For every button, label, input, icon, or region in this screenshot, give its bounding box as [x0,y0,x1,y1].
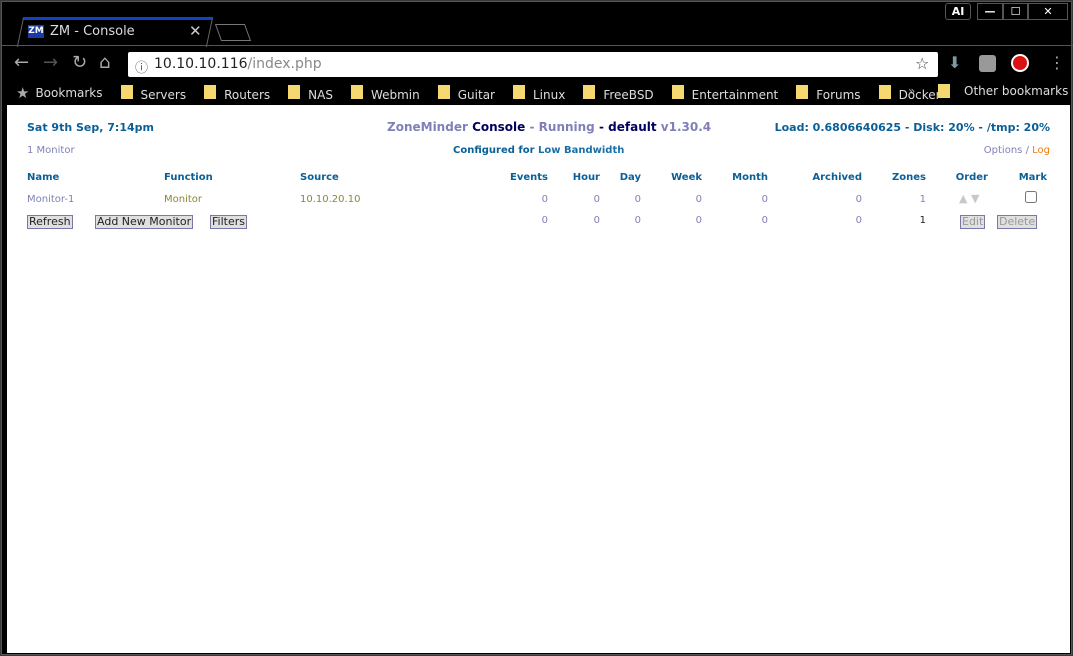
bookmark-linux[interactable]: Linux [512,84,565,102]
bookmark-star-icon[interactable]: ☆ [915,54,929,73]
edit-button[interactable]: Edit [960,215,986,229]
divider [2,45,1073,46]
menu-icon[interactable]: ⋮ [1049,53,1065,72]
week-count[interactable]: 0 [696,194,702,205]
col-month[interactable]: Month [732,172,768,183]
bookmark-freebsd[interactable]: FreeBSD [583,84,654,102]
events-count[interactable]: 0 [542,194,548,205]
delete-button[interactable]: Delete [997,215,1038,229]
maximize-button[interactable]: ☐ [1003,3,1028,20]
col-day[interactable]: Day [620,172,641,183]
page-title: ZoneMinder Console - Running - default v… [387,120,712,134]
adblock-icon[interactable] [1011,54,1029,72]
datetime: Sat 9th Sep, 7:14pm [27,121,154,134]
log-link[interactable]: Log [1032,145,1050,156]
filters-button[interactable]: Filters [210,215,247,229]
reload-icon[interactable]: ↻ [72,52,87,73]
monitor-count: 1 Monitor [27,145,75,156]
hour-count[interactable]: 0 [594,194,600,205]
url-text[interactable]: 10.10.10.116/index.php [154,56,322,72]
new-tab-button[interactable] [214,24,252,41]
zones-count[interactable]: 1 [920,194,926,205]
bandwidth-info: Configured for Low Bandwidth [453,145,625,156]
total-week: 0 [695,215,702,226]
home-icon[interactable]: ⌂ [99,52,110,73]
bookmark-forums[interactable]: Forums [796,84,861,102]
other-bookmarks[interactable]: Other bookmarks [938,84,1068,98]
monitor-source-link[interactable]: 10.10.20.10 [300,194,360,205]
col-source[interactable]: Source [300,172,339,183]
tab-title: ZM - Console [50,24,135,39]
bookmark-webmin[interactable]: Webmin [350,84,420,102]
sort-down-icon[interactable]: ▼ [971,192,979,205]
bookmark-routers[interactable]: Routers [204,84,270,102]
forward-icon[interactable]: → [43,52,58,73]
run-state-name[interactable]: default [608,120,656,134]
col-hour[interactable]: Hour [573,172,600,183]
mark-checkbox[interactable] [1025,191,1037,203]
col-order: Order [955,172,988,183]
options-link[interactable]: Options [984,145,1023,156]
minimize-button[interactable]: — [977,3,1003,20]
monitor-function-link[interactable]: Monitor [164,194,202,205]
close-window-button[interactable]: ✕ [1028,3,1068,20]
bookmark-entertainment[interactable]: Entertainment [671,84,778,102]
back-icon[interactable]: ← [14,52,29,73]
col-mark: Mark [1018,172,1047,183]
star-icon: ★ [16,84,30,102]
page-content: Sat 9th Sep, 7:14pm ZoneMinder Console -… [7,105,1070,653]
run-state-link[interactable]: Running [539,120,595,134]
bookmarks-overflow-button[interactable]: » [908,84,915,98]
day-count[interactable]: 0 [635,194,641,205]
col-week[interactable]: Week [671,172,702,183]
bookmarks-bar: ★ Bookmarks Servers Routers NAS Webmin G… [16,84,941,102]
month-count[interactable]: 0 [762,194,768,205]
info-icon[interactable]: ⓘ [135,57,148,76]
system-load: Load: 0.6806640625 - Disk: 20% - /tmp: 2… [774,121,1050,134]
col-zones[interactable]: Zones [892,172,926,183]
bookmark-nas[interactable]: NAS [288,84,333,102]
close-tab-icon[interactable]: ✕ [189,22,202,40]
archived-count[interactable]: 0 [856,194,862,205]
total-events: 0 [541,215,548,226]
monitor-name-link[interactable]: Monitor-1 [27,194,74,205]
extension-icon[interactable] [979,55,996,72]
col-function[interactable]: Function [164,172,213,183]
add-new-monitor-button[interactable]: Add New Monitor [95,215,194,229]
col-name[interactable]: Name [27,172,59,183]
bookmark-servers[interactable]: Servers [120,84,186,102]
total-archived: 0 [855,215,862,226]
total-zones: 1 [919,215,926,226]
download-icon[interactable]: ⬇ [948,53,961,72]
bookmarks-label[interactable]: Bookmarks [35,86,102,100]
options-log: Options / Log [983,145,1050,156]
bandwidth-link[interactable]: Low Bandwidth [538,145,624,156]
col-events[interactable]: Events [510,172,548,183]
bookmark-guitar[interactable]: Guitar [437,84,495,102]
refresh-button[interactable]: Refresh [27,215,73,229]
zm-favicon-icon: ZM [28,25,44,38]
total-hour: 0 [593,215,600,226]
browser-window: ZM ZM - Console ✕ AI — ☐ ✕ ← → ↻ ⌂ ⓘ 10.… [1,1,1073,655]
sort-up-icon[interactable]: ▲ [959,192,967,205]
col-archived[interactable]: Archived [812,172,862,183]
profile-button[interactable]: AI [945,3,971,20]
total-day: 0 [634,215,641,226]
total-month: 0 [761,215,768,226]
